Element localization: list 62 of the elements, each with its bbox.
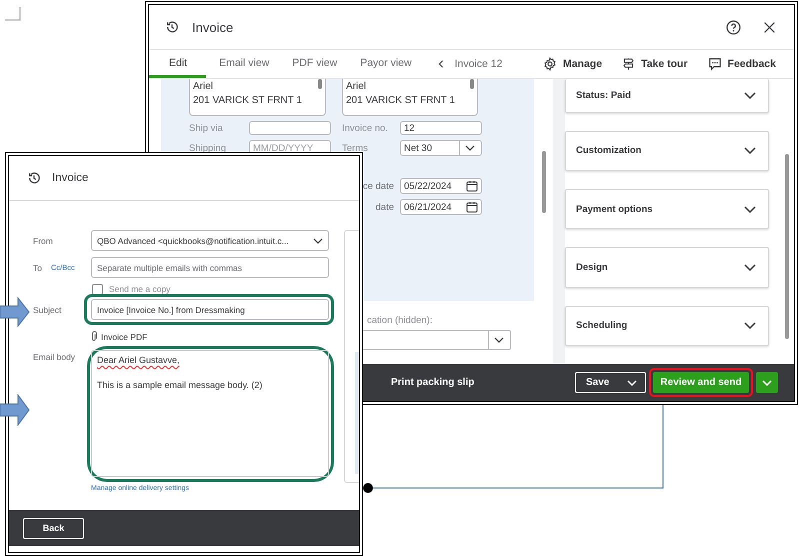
attachment-link[interactable]: Invoice PDF [101,332,148,342]
calendar-icon [466,201,478,213]
back-button[interactable]: Back [23,518,84,538]
accordion-section[interactable]: Scheduling [565,306,769,346]
toolbar-button[interactable]: Feedback [704,50,780,78]
help-icon[interactable] [726,20,741,34]
chevron-down-icon [465,145,475,151]
print-packing-slip-button[interactable]: Print packing slip [385,376,480,389]
address-field[interactable]: Ariel 201 VARICK ST FRNT 1 [342,79,478,116]
chevron-down-icon [762,380,772,386]
checkbox[interactable] [92,284,103,294]
toolbar-button[interactable]: Take tour [618,50,692,78]
accordion-section[interactable]: Payment options [565,189,769,230]
field-label: Subject [33,304,62,314]
chat-icon [708,57,722,71]
field-label: Email body [33,352,76,362]
toolbar-button[interactable]: Manage [538,50,606,78]
chevron-down-icon [627,380,637,386]
window-title: Invoice [192,20,234,34]
accordion-section[interactable]: Design [565,247,769,288]
dropdown-field[interactable]: Net 30 [400,140,482,156]
tab[interactable]: Payor view [350,50,422,78]
date-field[interactable]: 06/21/2024 [400,199,482,215]
chevron-down-icon [313,238,323,244]
field-label: Terms [342,142,369,154]
window-title: Invoice [52,172,88,184]
field-label: Ship via [189,122,224,134]
invoice-number-label: Invoice 12 [454,58,502,70]
field-label: date [376,202,395,212]
accordion-section[interactable]: Customization [565,130,769,172]
date-field[interactable]: 05/22/2024 [400,178,482,194]
history-icon[interactable] [27,171,41,185]
tab[interactable]: PDF view [282,50,348,78]
subject-field[interactable]: Invoice [Invoice No.] from Dressmaking [91,299,329,320]
field-label: Shipping [189,142,227,154]
close-icon[interactable] [763,20,776,34]
to-field[interactable]: Separate multiple emails with commas [91,257,329,278]
scrollbar-thumb[interactable] [785,154,789,339]
tab[interactable]: Email view [209,50,280,78]
calendar-icon [466,180,478,192]
chevron-down-icon [494,337,504,343]
field-label: cation (hidden): [367,315,434,326]
corner-mark [5,7,21,21]
checkbox-label: Send me a copy [109,284,170,294]
field-label: Invoice no. [342,122,389,134]
email-body-field[interactable]: Dear Ariel Gustavve, This is a sample email message body. (2) [91,350,329,477]
gear-icon [542,57,557,71]
history-icon[interactable] [165,20,179,34]
address-field[interactable]: Ariel 201 VARICK ST FRNT 1 [189,79,326,116]
from-dropdown[interactable]: QBO Advanced <quickbooks@notification.intuit.c... [91,230,329,251]
paperclip-icon [91,331,97,342]
chevron-left-icon[interactable] [436,59,445,69]
field-label: ce date [362,180,395,192]
input-field[interactable]: 12 [400,121,482,135]
more-options-button[interactable] [756,372,778,393]
save-button[interactable]: Save [575,372,646,393]
signpost-icon [622,57,636,71]
scrollbar-thumb[interactable] [542,151,546,213]
field-label: To [33,262,42,272]
accordion-section[interactable]: Status: Paid [565,79,769,113]
field-label: From [33,236,53,246]
input-field[interactable] [249,121,331,135]
